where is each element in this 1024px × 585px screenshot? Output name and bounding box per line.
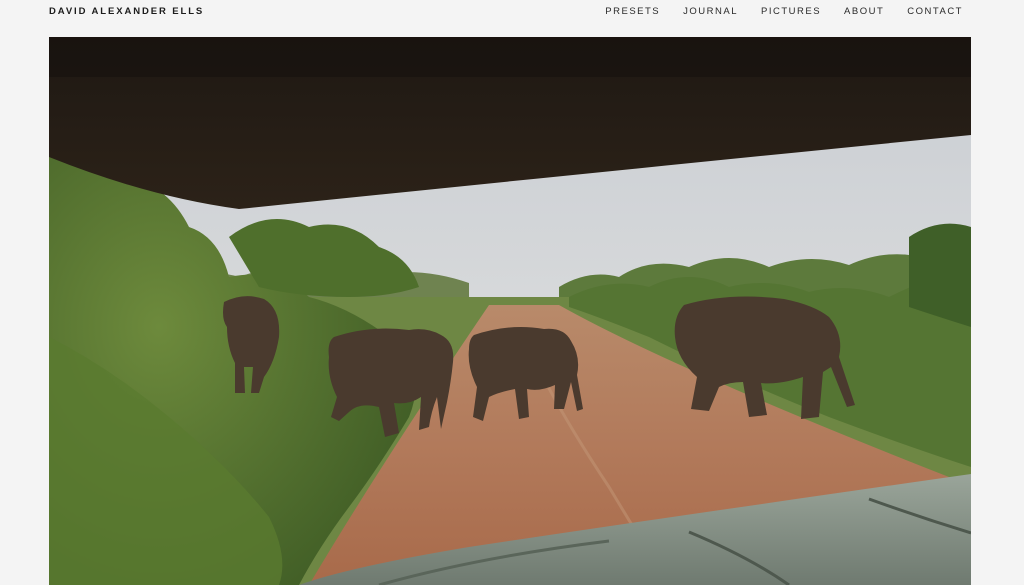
elephant-safari-photo	[49, 37, 971, 585]
site-header: DAVID ALEXANDER ELLS PRESETS JOURNAL PIC…	[0, 0, 1024, 38]
nav-item-contact[interactable]: CONTACT	[907, 6, 963, 17]
main-navigation: PRESETS JOURNAL PICTURES ABOUT CONTACT	[582, 6, 963, 17]
site-logo[interactable]: DAVID ALEXANDER ELLS	[49, 6, 204, 17]
nav-item-about[interactable]: ABOUT	[844, 6, 884, 17]
nav-item-pictures[interactable]: PICTURES	[761, 6, 821, 17]
nav-item-presets[interactable]: PRESETS	[605, 6, 660, 17]
nav-item-journal[interactable]: JOURNAL	[683, 6, 738, 17]
hero-photo	[49, 37, 971, 585]
